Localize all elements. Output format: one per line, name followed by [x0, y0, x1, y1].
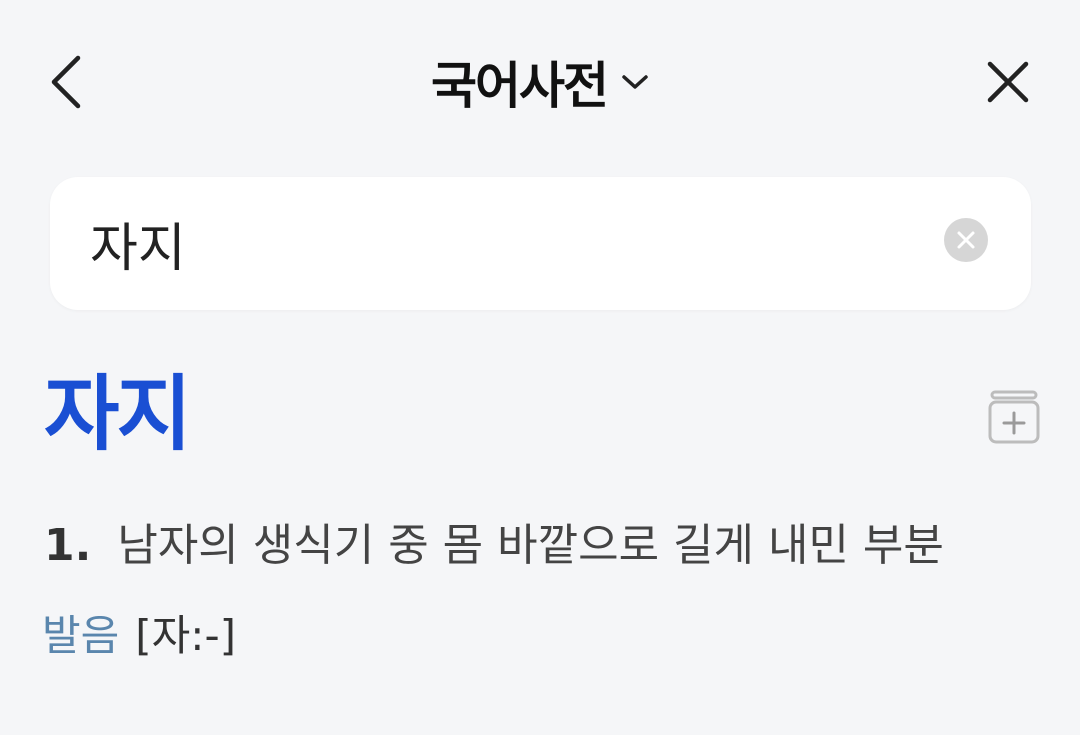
definition-item: 1. 남자의 생식기 중 몸 바깥으로 길게 내민 부분: [44, 518, 1044, 574]
title-area: 국어사전: [0, 44, 1080, 120]
pronunciation-label: 발음: [42, 611, 120, 660]
dictionary-selector[interactable]: 국어사전: [431, 46, 649, 118]
top-bar: 국어사전: [0, 0, 1080, 160]
pronunciation: 발음 [자:-]: [42, 608, 236, 664]
close-button[interactable]: [980, 54, 1036, 110]
entry-headword: 자지: [44, 367, 192, 462]
close-icon: [987, 61, 1029, 103]
clear-search-button[interactable]: [944, 218, 988, 262]
search-input[interactable]: [90, 201, 930, 286]
add-to-wordbook-button[interactable]: [988, 390, 1040, 446]
page-title: 국어사전: [431, 57, 609, 115]
wordbook-add-icon: [988, 390, 1040, 444]
definition-text: 남자의 생식기 중 몸 바깥으로 길게 내민 부분: [117, 520, 944, 571]
pronunciation-value: [자:-]: [135, 611, 236, 660]
clear-circle-icon: [957, 231, 975, 249]
definition-number: 1.: [44, 520, 92, 571]
chevron-down-icon: [622, 75, 648, 89]
search-box: [50, 177, 1031, 310]
